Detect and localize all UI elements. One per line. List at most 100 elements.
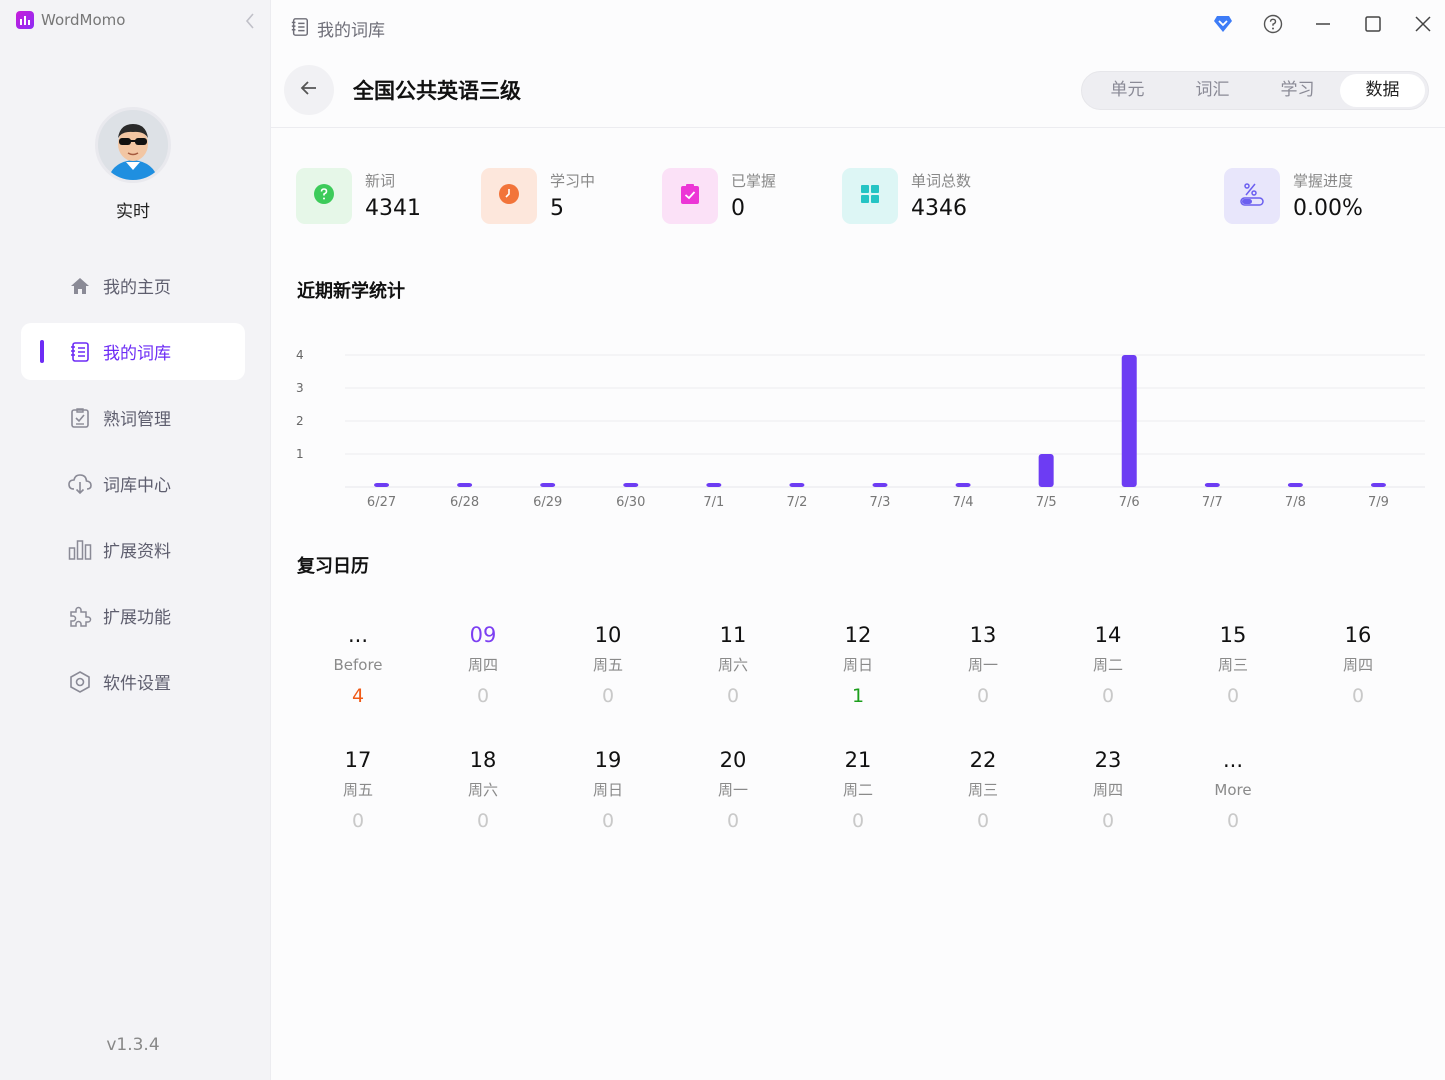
calendar-day-number: 16 [1344,623,1372,647]
avatar[interactable] [95,107,171,183]
back-button[interactable] [284,65,334,115]
sidebar-item-my-wordbook[interactable]: 我的词库 [21,323,245,380]
x-tick-label: 7/1 [703,495,724,510]
stat-new-words: 新词 4341 [296,168,421,224]
chart-bar [789,483,805,487]
calendar-day-number: ... [1222,748,1244,772]
stat-label: 已掌握 [731,172,777,190]
chart-bar [706,483,722,487]
sidebar-item-wordbook-center[interactable]: 词库中心 [21,455,245,512]
chart-bar [540,483,556,487]
settings-hex-icon [68,670,92,694]
chart-bar [623,483,639,487]
calendar-weekday: 周六 [467,781,498,799]
calendar-review-count: 0 [976,810,990,832]
recent-stats-title: 近期新学统计 [297,281,405,302]
calendar-day-number: 09 [469,623,497,647]
sidebar-item-settings[interactable]: 软件设置 [21,653,245,710]
x-tick-label: 7/5 [1036,495,1057,510]
sidebar-item-extended-materials[interactable]: 扩展资料 [21,521,245,578]
calendar-day[interactable]: 15 周三 0 [1183,622,1283,708]
calendar-day[interactable]: 10 周五 0 [558,622,658,708]
calendar-weekday: 周日 [842,656,873,674]
calendar-day[interactable]: ... Before 4 [308,622,408,708]
arrow-left-icon [299,78,319,102]
calendar-day[interactable]: 22 周三 0 [933,747,1033,833]
breadcrumb-label: 我的词库 [317,21,385,41]
calendar-day[interactable]: ... More 0 [1183,747,1283,833]
chart-bar [1038,454,1054,487]
recent-new-words-chart: 1 2 3 4 6/27 6/28 6/29 6/30 7/1 7/2 7/3 7/4 7/5 7/6 7/… [296,348,1425,510]
cloud-download-icon [68,472,92,496]
help-icon[interactable] [1261,12,1285,36]
calendar-review-count: 0 [351,810,365,832]
x-tick-label: 7/4 [953,495,974,510]
sidebar-item-label: 软件设置 [103,674,171,694]
calendar-review-count: 0 [1226,685,1240,707]
grid-icon [859,183,881,209]
calendar-day-number: 15 [1219,623,1247,647]
review-calendar-title: 复习日历 [297,556,369,577]
clock-icon [498,183,520,209]
chart-bar [1121,355,1137,487]
chart-bar [1370,483,1386,487]
active-indicator [40,340,44,363]
tab-units[interactable]: 单元 [1085,74,1170,107]
stat-mastery-progress: 掌握进度 0.00% [1224,168,1363,224]
collapse-sidebar-chevron-icon[interactable] [243,11,257,31]
sidebar-item-home[interactable]: 我的主页 [21,257,245,314]
stat-icon-box [481,168,537,224]
calendar-weekday: 周六 [717,656,748,674]
calendar-day-number: 21 [844,748,872,772]
stat-icon-box [296,168,352,224]
calendar-review-count: 0 [1351,685,1365,707]
sidebar-item-familiar-words[interactable]: 熟词管理 [21,389,245,446]
calendar-weekday: 周二 [1092,656,1123,674]
calendar-day[interactable]: 21 周二 0 [808,747,908,833]
chart-bar [457,483,473,487]
calendar-day[interactable]: 09 周四 0 [433,622,533,708]
calendar-day-number: 18 [469,748,497,772]
sidebar-item-label: 词库中心 [103,476,171,496]
calendar-day[interactable]: 20 周一 0 [683,747,783,833]
calendar-day[interactable]: 11 周六 0 [683,622,783,708]
question-circle-icon [313,183,335,209]
chart-bar [955,483,971,487]
bar-chart-icon [68,538,92,562]
app-version: v1.3.4 [106,1035,160,1055]
stat-label: 掌握进度 [1293,172,1354,190]
close-icon[interactable] [1411,12,1435,36]
x-tick-label: 6/30 [616,495,645,510]
x-tick-label: 6/27 [367,495,396,510]
x-tick-label: 7/6 [1119,495,1140,510]
tab-vocabulary[interactable]: 词汇 [1170,74,1255,107]
maximize-icon[interactable] [1361,12,1385,36]
stat-learning: 学习中 5 [481,168,595,224]
calendar-weekday: 周五 [592,656,623,674]
calendar-day[interactable]: 16 周四 0 [1308,622,1408,708]
minimize-icon[interactable] [1311,12,1335,36]
clipboard-check-icon [68,406,92,430]
sidebar-item-extensions[interactable]: 扩展功能 [21,587,245,644]
sidebar-item-label: 扩展资料 [103,542,171,562]
calendar-weekday: 周一 [717,781,748,799]
page-title: 全国公共英语三级 [353,79,521,103]
calendar-weekday: 周二 [842,781,873,799]
calendar-day[interactable]: 12 周日 1 [808,622,908,708]
tab-data[interactable]: 数据 [1340,74,1425,107]
notebook-icon [68,340,92,364]
vip-diamond-icon[interactable] [1211,12,1235,36]
tab-study[interactable]: 学习 [1255,74,1340,107]
calendar-day[interactable]: 17 周五 0 [308,747,408,833]
calendar-day[interactable]: 23 周四 0 [1058,747,1158,833]
calendar-day[interactable]: 19 周日 0 [558,747,658,833]
calendar-review-count: 0 [476,810,490,832]
calendar-weekday: 周四 [1092,781,1123,799]
calendar-day[interactable]: 18 周六 0 [433,747,533,833]
calendar-weekday: 周日 [592,781,623,799]
stat-value: 4346 [911,196,967,221]
calendar-day-number: 10 [594,623,622,647]
calendar-day[interactable]: 14 周二 0 [1058,622,1158,708]
calendar-weekday: Before [333,656,383,674]
calendar-day[interactable]: 13 周一 0 [933,622,1033,708]
